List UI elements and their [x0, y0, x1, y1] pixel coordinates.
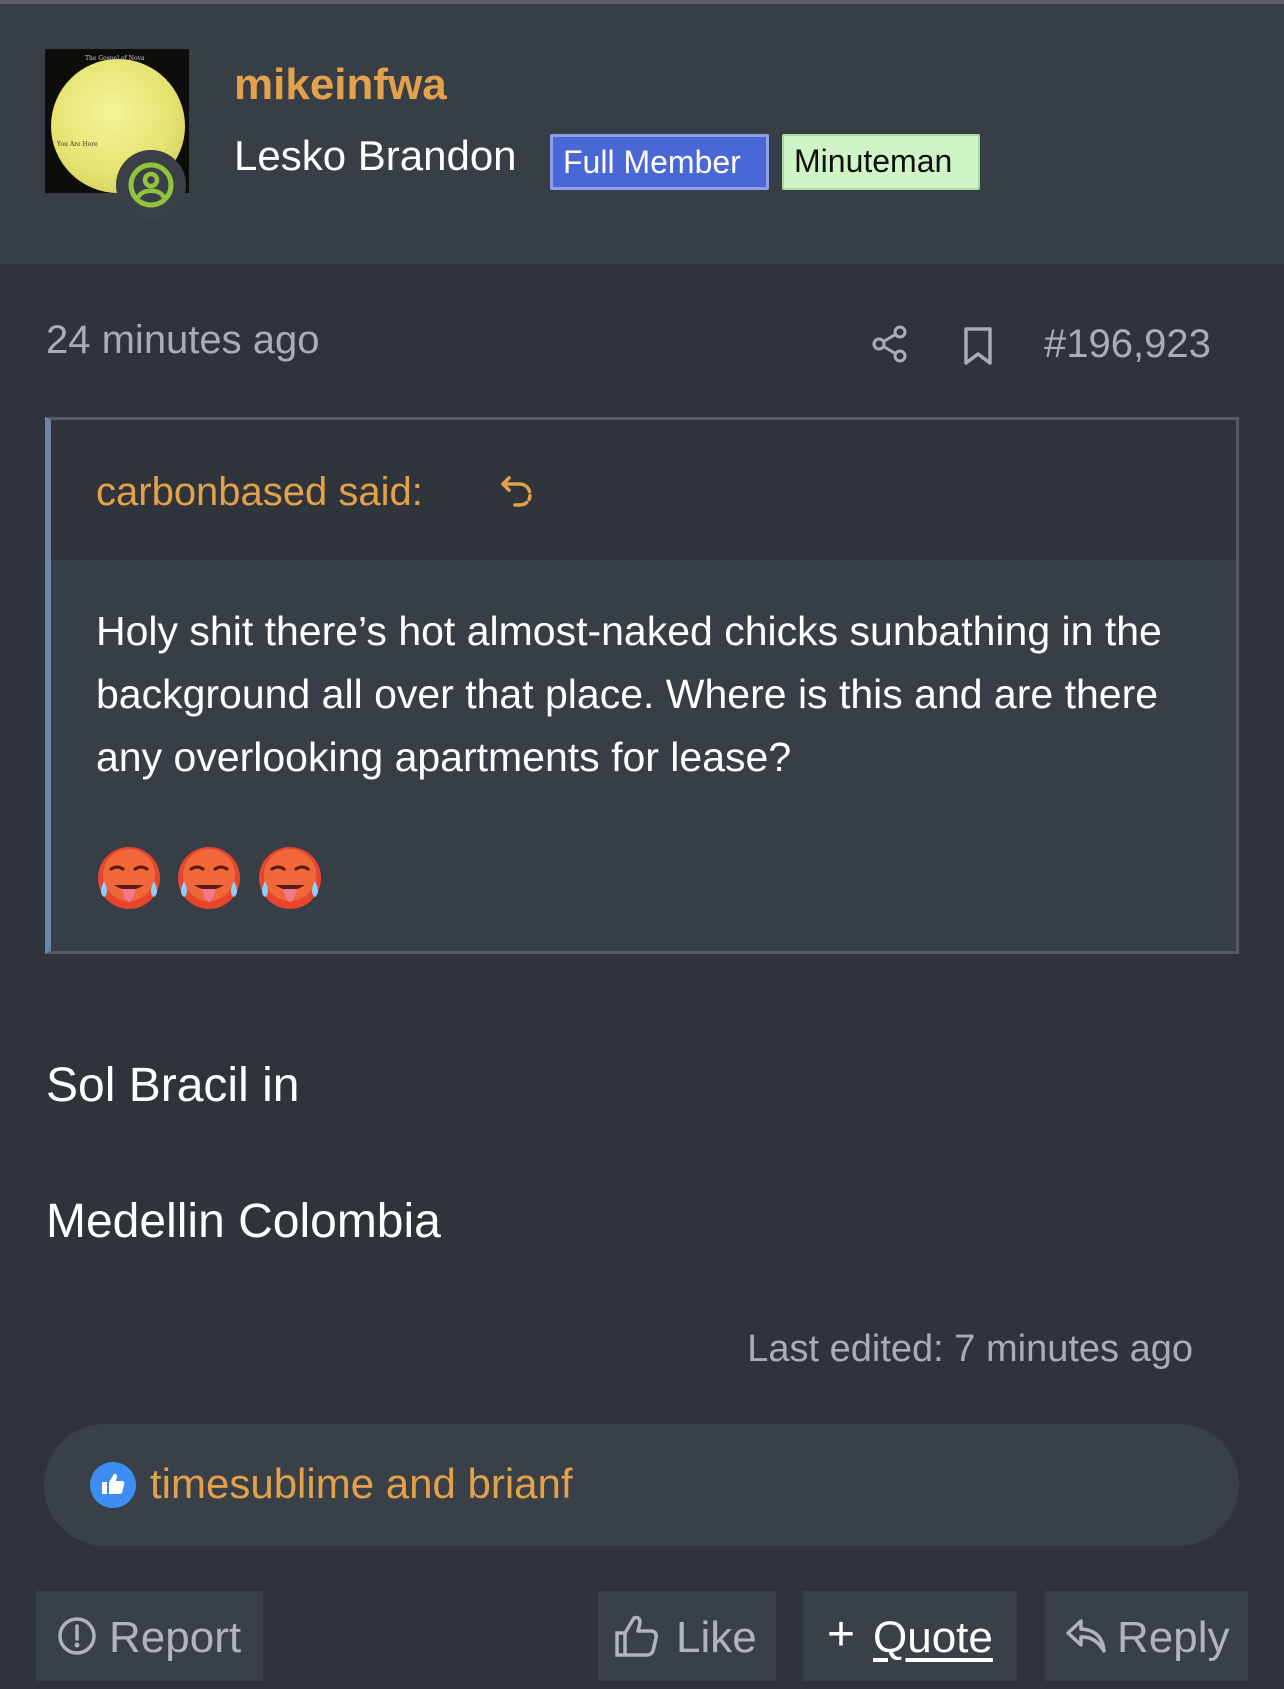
user-title: Lesko Brandon: [234, 132, 517, 179]
quote-button[interactable]: + Quote: [803, 1591, 1017, 1681]
like-label: Like: [676, 1613, 757, 1662]
bookmark-icon[interactable]: [960, 326, 996, 371]
quote-author-link[interactable]: carbonbased said:: [96, 470, 423, 515]
thumbs-up-icon: [90, 1462, 136, 1508]
post-number-link[interactable]: #196,923: [1044, 322, 1211, 367]
reaction-users-link[interactable]: timesublime and brianf: [150, 1460, 573, 1508]
username-link[interactable]: mikeinfwa: [234, 60, 447, 110]
thumbs-up-icon: [615, 1615, 658, 1657]
reply-label: Reply: [1117, 1613, 1230, 1662]
report-button[interactable]: Report: [36, 1591, 263, 1681]
last-edited: Last edited: 7 minutes ago: [747, 1328, 1193, 1370]
quote-header: carbonbased said:: [51, 420, 1236, 560]
reply-button[interactable]: Reply: [1045, 1591, 1248, 1681]
jump-to-quote-icon[interactable]: [497, 470, 537, 515]
reactions-bar[interactable]: timesublime and brianf: [44, 1424, 1239, 1546]
post-header: The Gospel of Nova You Are Here mikeinfw…: [0, 4, 1284, 264]
post-body-line: Sol Bracil in: [46, 1059, 300, 1112]
report-label: Report: [109, 1613, 242, 1662]
online-status-icon: [116, 150, 186, 220]
like-button[interactable]: Like: [598, 1591, 776, 1681]
quote-block: carbonbased said: Holy shit there’s hot …: [45, 417, 1239, 954]
full-member-badge: Full Member: [550, 134, 769, 190]
emoji-row: [96, 845, 333, 920]
minuteman-badge: Minuteman: [782, 134, 980, 190]
hot-face-emoji: [176, 845, 242, 920]
plus-icon: +: [827, 1608, 856, 1661]
post-body-line: Medellin Colombia: [46, 1195, 441, 1248]
hot-face-emoji: [96, 845, 162, 920]
avatar-label: You Are Here: [57, 141, 98, 148]
report-icon: [58, 1617, 96, 1655]
quote-label: Quote: [873, 1613, 993, 1662]
hot-face-emoji: [257, 845, 323, 920]
avatar-caption: The Gospel of Nova: [85, 55, 145, 62]
quote-text: Holy shit there’s hot almost-naked chick…: [96, 608, 1162, 780]
post-timestamp[interactable]: 24 minutes ago: [46, 318, 320, 363]
reply-icon: [1066, 1619, 1106, 1653]
share-icon[interactable]: [870, 324, 910, 369]
